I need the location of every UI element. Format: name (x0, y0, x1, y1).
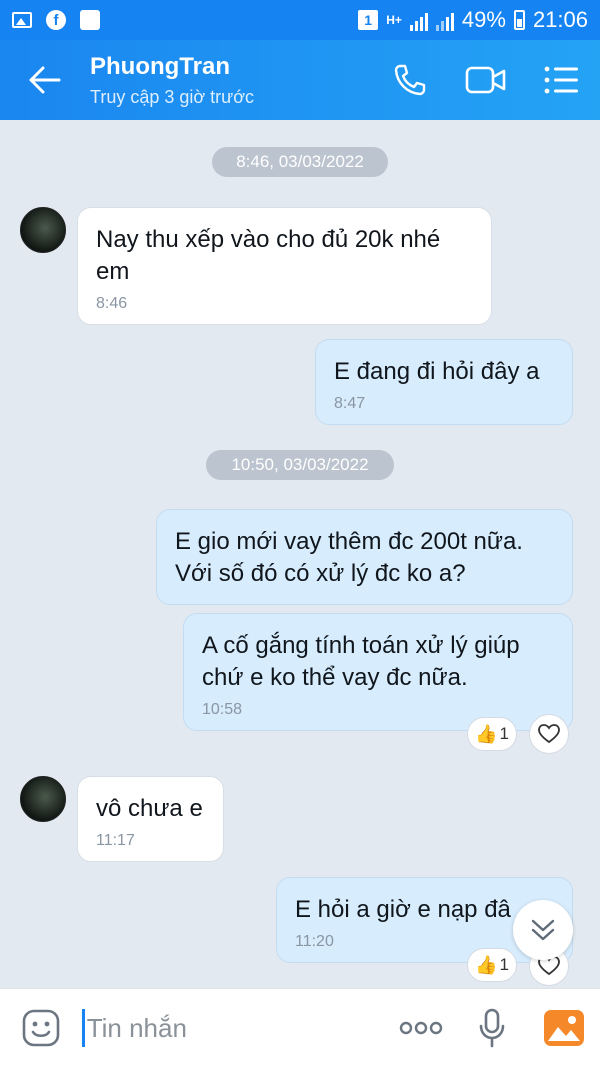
emoji-icon (22, 1009, 60, 1047)
battery-level: 49% (461, 7, 506, 32)
reaction-badge[interactable]: 👍 1 (467, 948, 517, 982)
outgoing-message[interactable]: E đang đi hỏi đây a 8:47 (315, 339, 573, 425)
heart-icon (538, 724, 560, 744)
gallery-notification-icon (12, 12, 32, 28)
voice-call-button[interactable] (372, 40, 448, 120)
chevron-double-down-icon (531, 919, 555, 941)
more-button[interactable] (385, 989, 457, 1067)
back-button[interactable] (0, 40, 90, 120)
scroll-to-bottom-button[interactable] (513, 900, 573, 960)
reaction-count: 1 (499, 955, 509, 974)
outgoing-message[interactable]: A cố gắng tính toán xử lý giúp chứ e ko … (183, 613, 573, 731)
battery-icon (513, 10, 525, 30)
message-time: 8:46 (96, 295, 128, 312)
incoming-message[interactable]: Nay thu xếp vào cho đủ 20k nhé em 8:46 (77, 207, 492, 325)
video-call-button[interactable] (448, 40, 524, 120)
date-divider: 10:50, 03/03/2022 (206, 450, 394, 480)
video-call-icon (465, 66, 506, 94)
message-input[interactable] (84, 1012, 385, 1044)
status-bar: f 1 H+ 49% 21:06 (0, 0, 600, 40)
message-list[interactable]: 8:46, 03/03/2022 Nay thu xếp vào cho đủ … (0, 120, 600, 988)
incoming-message[interactable]: vô chưa e 11:17 (77, 776, 224, 862)
avatar[interactable] (20, 207, 66, 253)
message-time: 8:47 (334, 395, 366, 412)
voice-message-button[interactable] (456, 989, 528, 1067)
wifi-icon (80, 10, 100, 30)
image-icon (544, 1010, 585, 1046)
message-text: E hỏi a giờ e nạp đâ (295, 896, 511, 923)
thumbs-up-icon: 👍 (475, 723, 498, 744)
contact-info[interactable]: PhuongTran Truy cập 3 giờ trước (90, 53, 372, 108)
message-text: A cố gắng tính toán xử lý giúp chứ e ko … (202, 632, 520, 691)
message-text: E đang đi hỏi đây a (334, 358, 540, 385)
signal-icon (409, 9, 428, 31)
message-input-wrapper (81, 1006, 385, 1050)
microphone-icon (480, 1008, 505, 1048)
date-divider: 8:46, 03/03/2022 (212, 147, 388, 177)
phone-icon (394, 64, 426, 96)
outgoing-message[interactable]: E gio mới vay thêm đc 200t nữa. Với số đ… (156, 509, 573, 605)
menu-button[interactable] (524, 40, 600, 120)
message-text: E gio mới vay thêm đc 200t nữa. Với số đ… (175, 528, 523, 587)
reaction-count: 1 (499, 724, 509, 743)
message-text: Nay thu xếp vào cho đủ 20k nhé em (96, 226, 441, 285)
avatar[interactable] (20, 776, 66, 822)
message-text: vô chưa e (96, 795, 203, 822)
image-picker-button[interactable] (528, 989, 600, 1067)
back-arrow-icon (29, 66, 61, 94)
menu-icon (544, 66, 578, 94)
emoji-button[interactable] (0, 989, 82, 1067)
network-type: H+ (386, 13, 402, 27)
sim-badge: 1 (358, 10, 379, 30)
clock: 21:06 (532, 7, 588, 32)
signal-2-icon (435, 9, 454, 31)
facebook-notification-icon: f (46, 10, 66, 30)
thumbs-up-icon: 👍 (475, 954, 498, 975)
chat-header: PhuongTran Truy cập 3 giờ trước (0, 40, 600, 120)
composer-bar (0, 988, 600, 1067)
presence-status: Truy cập 3 giờ trước (90, 86, 255, 107)
more-icon (399, 1021, 442, 1035)
message-time: 11:17 (96, 832, 135, 849)
contact-name: PhuongTran (90, 52, 230, 80)
react-button[interactable] (529, 714, 569, 754)
reaction-badge[interactable]: 👍 1 (467, 717, 517, 751)
